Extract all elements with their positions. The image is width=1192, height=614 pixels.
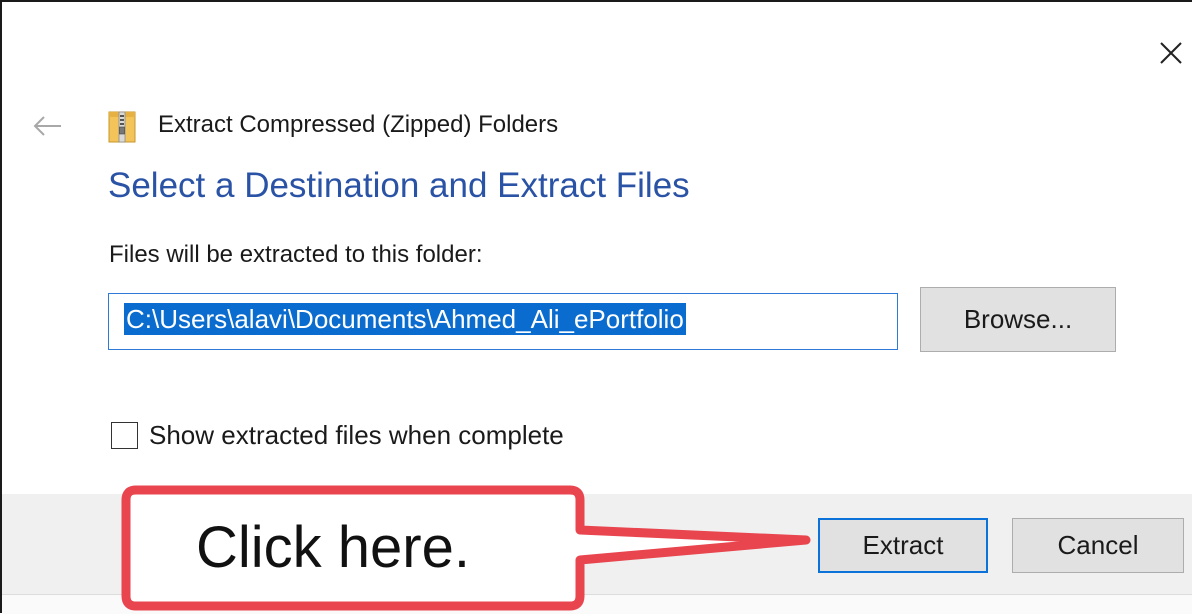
show-files-checkbox[interactable] (111, 422, 138, 449)
page-heading: Select a Destination and Extract Files (108, 166, 690, 205)
browse-button[interactable]: Browse... (920, 287, 1116, 352)
zip-folder-icon (108, 111, 136, 143)
cancel-button[interactable]: Cancel (1012, 518, 1184, 573)
back-arrow-icon[interactable] (30, 110, 66, 142)
destination-path-input[interactable]: C:\Users\alavi\Documents\Ahmed_Ali_ePort… (108, 293, 898, 350)
show-files-label: Show extracted files when complete (149, 420, 564, 450)
close-icon[interactable] (1152, 34, 1190, 72)
wizard-title: Extract Compressed (Zipped) Folders (158, 111, 559, 138)
destination-path-text: C:\Users\alavi\Documents\Ahmed_Ali_ePort… (124, 303, 686, 335)
callout-text: Click here. (196, 515, 470, 580)
extract-button[interactable]: Extract (818, 518, 988, 573)
destination-label: Files will be extracted to this folder: (109, 241, 483, 268)
footer-bottom-edge (2, 594, 1192, 614)
